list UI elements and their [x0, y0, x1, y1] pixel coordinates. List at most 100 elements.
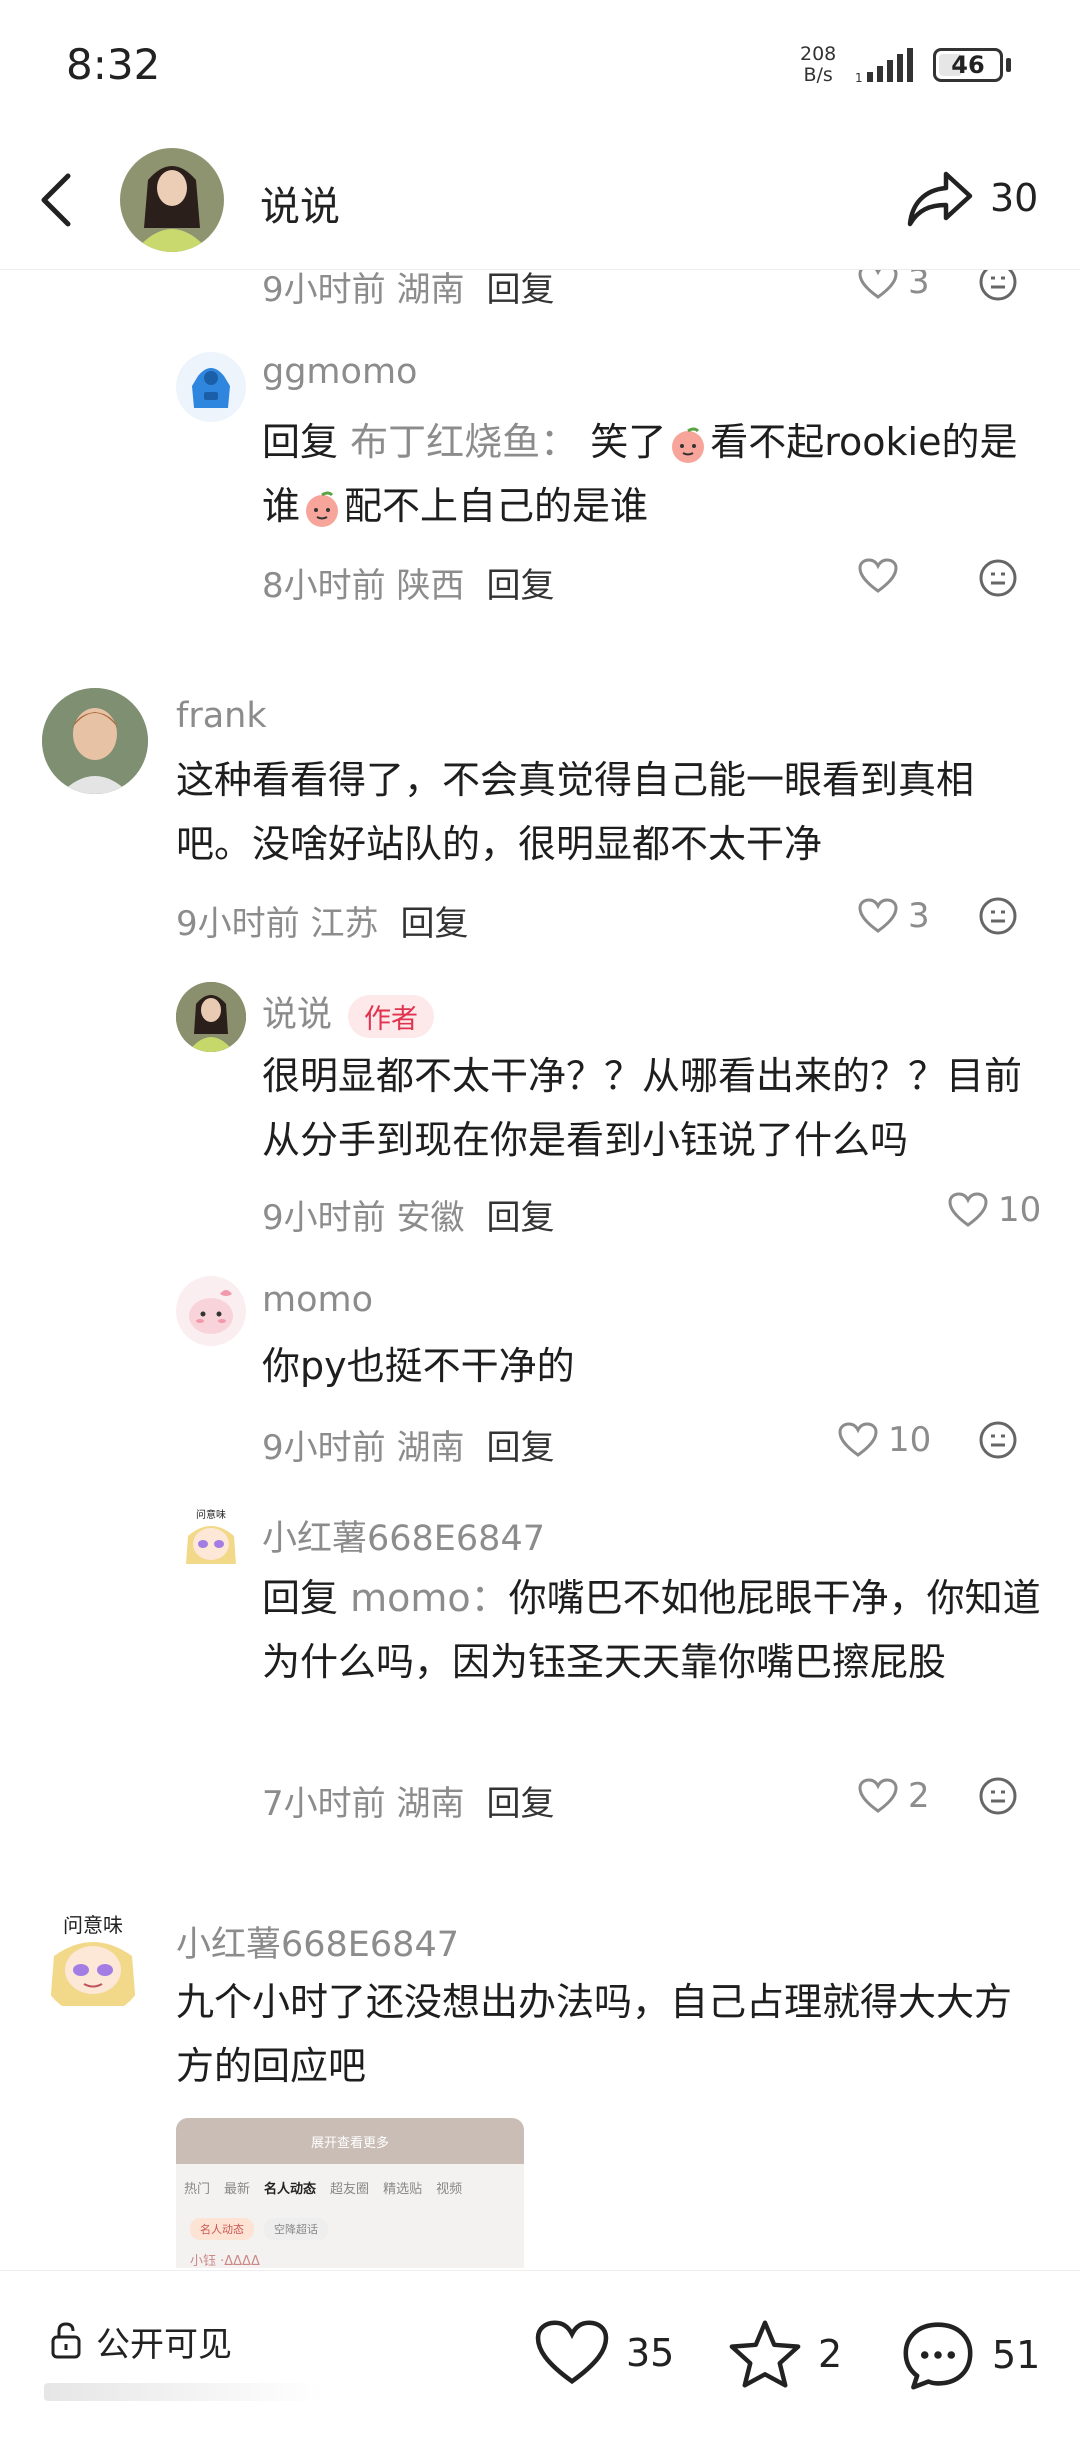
- hoodie-avatar-icon: [192, 368, 230, 408]
- comment-author[interactable]: momo: [262, 1280, 373, 1320]
- comment-image[interactable]: 展开查看更多 热门 最新 名人动态 超友圈 精选贴 视频 名人动态 空降超话 小…: [176, 2118, 524, 2268]
- person-photo-avatar-icon: [176, 982, 246, 1052]
- comment-text: 很明显都不太干净？？从哪看出来的？？目前从分手到现在你是看到小钰说了什么吗: [262, 1054, 1023, 1162]
- comment-count: 51: [992, 2333, 1041, 2377]
- comment-author[interactable]: ggmomo: [262, 352, 417, 392]
- comment-list[interactable]: 9小时前 湖南 回复 3 ggmomo 回复 布丁红烧鱼： 笑了 看不起rookie…: [0, 270, 1080, 2268]
- heart-icon: [858, 270, 898, 299]
- back-arrow-icon[interactable]: [36, 170, 78, 230]
- avatar[interactable]: [176, 982, 246, 1052]
- comment-time: 9小时前: [176, 904, 300, 944]
- comment-input-placeholder[interactable]: [44, 2383, 324, 2401]
- heart-icon: [535, 2320, 609, 2385]
- like-count: 2: [908, 1776, 930, 1816]
- like-count: 3: [908, 270, 930, 302]
- comment-image-tab: 热门: [184, 2182, 211, 2197]
- comment-image-user: 小钰 ·ΔΔΔΔ: [190, 2254, 260, 2268]
- comment-location: 湖南: [396, 1784, 465, 1824]
- comment-author[interactable]: 说说: [262, 995, 332, 1035]
- comment-text: 回复 momo：你嘴巴不如他屁眼干净，你知道为什么吗，因为钰圣天天靠你嘴巴擦屁股: [262, 1566, 1042, 1694]
- reply-target[interactable]: 布丁红烧鱼：: [350, 420, 578, 464]
- emoji-react-icon[interactable]: [978, 1776, 1018, 1816]
- avatar[interactable]: [176, 352, 246, 422]
- comment-image-tabs: 热门 最新 名人动态 超友圈 精选贴 视频: [184, 2178, 462, 2197]
- comment-time: 7小时前: [262, 1784, 386, 1824]
- heart-icon: [838, 1422, 878, 1457]
- comment-text: 回复 布丁红烧鱼： 笑了 看不起rookie的是谁 配不上自己的是谁: [262, 410, 1042, 538]
- svg-text:问意味: 问意味: [196, 1508, 226, 1521]
- comment-author[interactable]: 小红薯668E6847: [262, 1510, 545, 1561]
- comment-time: 8小时前: [262, 566, 386, 606]
- person-photo-avatar-icon: [42, 688, 148, 794]
- comment-image-chip: 空降超话: [264, 2218, 328, 2240]
- like-button[interactable]: 3: [858, 896, 930, 936]
- emoji-react-icon[interactable]: [978, 270, 1018, 302]
- comment-meta: 7小时前 湖南 回复: [262, 1776, 554, 1825]
- comment-time: 9小时前: [262, 1198, 386, 1238]
- like-count: 10: [888, 1420, 932, 1460]
- comment-meta: 9小时前 湖南 回复: [262, 270, 554, 311]
- reply-button[interactable]: 回复: [486, 1784, 554, 1824]
- peach-face-emoji-icon: [672, 427, 705, 463]
- comment-time: 9小时前: [262, 1428, 386, 1468]
- top-nav-bar: 说说 30: [0, 130, 1080, 270]
- comment-text: 这种看看得了，不会真觉得自己能一眼看到真相吧。没啥好站队的，很明显都不太干净: [176, 758, 975, 866]
- comment-meta: 9小时前 江苏 回复: [176, 896, 468, 945]
- emoji-react-icon[interactable]: [978, 558, 1018, 598]
- comment-author[interactable]: 小红薯668E6847: [176, 1916, 459, 1967]
- reply-target[interactable]: momo：: [350, 1576, 509, 1620]
- comment-text: 你py也挺不干净的: [262, 1344, 575, 1388]
- svg-text:1: 1: [855, 71, 863, 84]
- avatar[interactable]: [42, 688, 148, 794]
- person-photo-avatar-icon: [120, 148, 224, 252]
- comment-meta: 9小时前 湖南 回复: [262, 1420, 554, 1469]
- anime-girl-avatar-icon: 问意味: [50, 1913, 136, 2006]
- like-button[interactable]: [858, 558, 908, 594]
- emoji-react-icon[interactable]: [978, 1420, 1018, 1460]
- like-post-button[interactable]: 35: [534, 2319, 674, 2387]
- reply-button[interactable]: 回复: [486, 1198, 554, 1238]
- like-button[interactable]: 3: [858, 270, 930, 302]
- reply-button[interactable]: 回复: [486, 566, 554, 606]
- author-badge: 作者: [348, 994, 435, 1038]
- comment-location: 江苏: [310, 904, 379, 944]
- comment-image-hint: 展开查看更多: [310, 2136, 389, 2151]
- comment-text-part: 笑了: [590, 420, 667, 464]
- comment-meta: 8小时前 陕西 回复: [262, 558, 554, 607]
- signal-icon: 1: [855, 48, 913, 84]
- like-count: 3: [908, 896, 930, 936]
- status-bar: 8:32 208 B/s 1 46: [0, 0, 1080, 130]
- comment-text-part: 配不上自己的是谁: [344, 484, 649, 528]
- comment-meta: 9小时前 安徽 回复: [262, 1190, 554, 1239]
- comment-image-tab: 最新: [224, 2182, 251, 2197]
- battery-text: 46: [951, 51, 985, 79]
- reply-button[interactable]: 回复: [486, 1428, 554, 1468]
- comment-author-row: 说说 作者: [262, 986, 435, 1038]
- reply-button[interactable]: 回复: [486, 270, 554, 310]
- chat-bubble-icon: [903, 2322, 973, 2390]
- like-button[interactable]: 10: [948, 1190, 1041, 1230]
- battery-tip: [1006, 58, 1011, 72]
- comment-image-tab: 超友圈: [330, 2182, 370, 2197]
- comment-image-tab: 名人动态: [264, 2182, 317, 2197]
- reply-button[interactable]: 回复: [400, 904, 468, 944]
- avatar[interactable]: [176, 1276, 246, 1346]
- avatar[interactable]: 问意味: [176, 1506, 246, 1576]
- emoji-react-icon[interactable]: [978, 896, 1018, 936]
- cute-creature-avatar-icon: [189, 1290, 233, 1334]
- comment-image-tab: 视频: [436, 2182, 463, 2197]
- share-count: 30: [990, 176, 1039, 220]
- star-icon: [729, 2320, 801, 2388]
- comment-button[interactable]: 51: [900, 2319, 1040, 2391]
- visibility-label[interactable]: 公开可见: [96, 2317, 232, 2366]
- author-avatar[interactable]: [120, 148, 224, 252]
- share-icon[interactable]: [906, 168, 974, 230]
- page-title[interactable]: 说说: [260, 174, 340, 232]
- peach-face-emoji-icon: [306, 491, 339, 527]
- collect-button[interactable]: 2: [728, 2319, 842, 2389]
- like-button[interactable]: 2: [858, 1776, 930, 1816]
- comment-author[interactable]: frank: [176, 696, 267, 736]
- like-button[interactable]: 10: [838, 1420, 931, 1460]
- avatar[interactable]: 问意味: [40, 1910, 146, 2016]
- comment-text: 九个小时了还没想出办法吗，自己占理就得大大方方的回应吧: [176, 1980, 1013, 2088]
